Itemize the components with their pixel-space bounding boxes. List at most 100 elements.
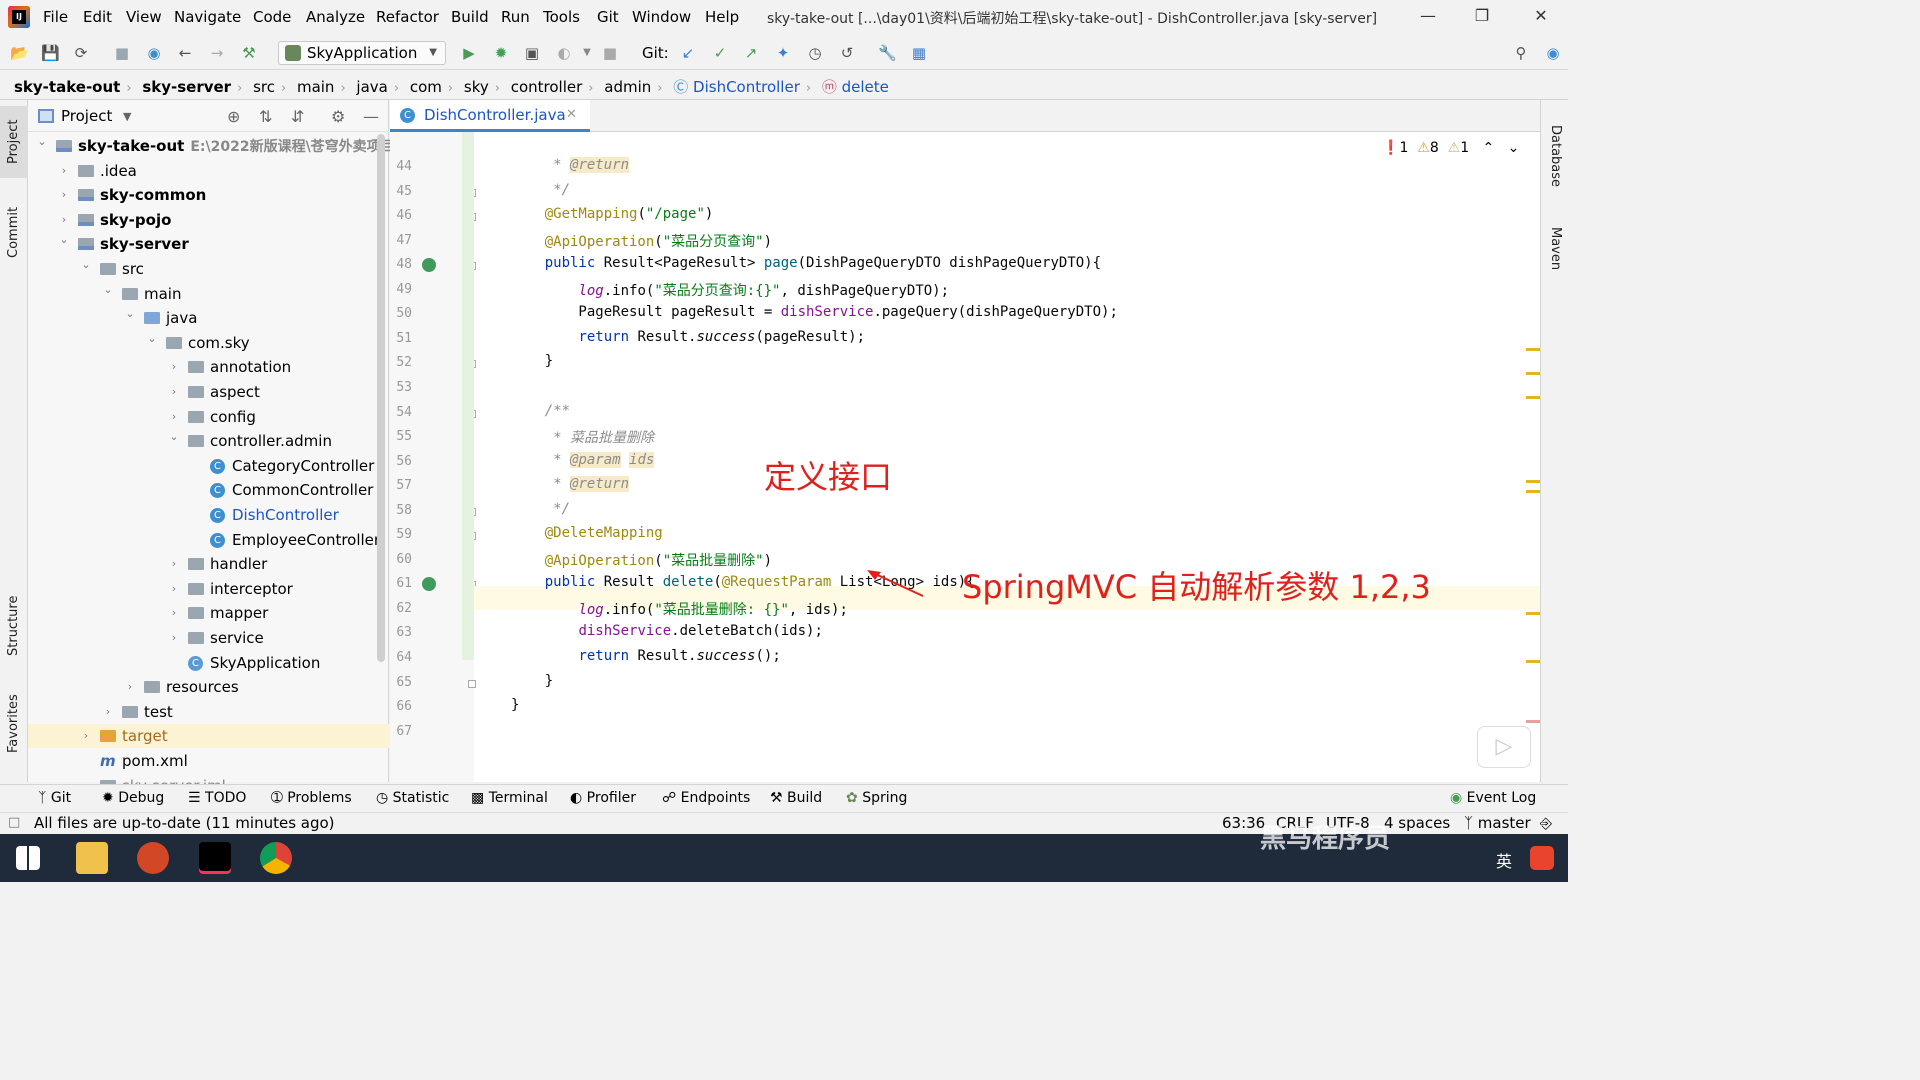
tree-item[interactable]: m pom.xml bbox=[28, 749, 389, 773]
collapse-all-icon[interactable]: ⇵ bbox=[291, 107, 304, 126]
code-line[interactable]: log.info("菜品批量删除: {}", ids); bbox=[511, 599, 847, 619]
tree-item[interactable]: › aspect bbox=[28, 380, 389, 404]
menu-edit[interactable]: Edit bbox=[83, 8, 112, 26]
code-line[interactable]: } bbox=[511, 697, 519, 713]
chevron-down-icon[interactable]: ⌄ bbox=[168, 425, 180, 449]
rollback-icon[interactable]: ↺ bbox=[838, 44, 856, 62]
tree-item[interactable]: C CategoryController bbox=[28, 454, 389, 478]
menu-navigate[interactable]: Navigate bbox=[174, 8, 241, 26]
menu-code[interactable]: Code bbox=[253, 8, 291, 26]
menu-file[interactable]: File bbox=[43, 8, 68, 26]
endpoints-tool-tab[interactable]: ☍ Endpoints bbox=[662, 790, 750, 806]
chevron-right-icon[interactable]: › bbox=[58, 159, 70, 183]
status-message[interactable]: All files are up-to-date (11 minutes ago… bbox=[34, 814, 335, 832]
menu-help[interactable]: Help bbox=[705, 8, 739, 26]
breadcrumb-item[interactable]: sky bbox=[464, 78, 489, 96]
back-arrow-icon[interactable]: ← bbox=[176, 44, 194, 62]
git-push-icon[interactable]: ↗ bbox=[742, 44, 760, 62]
chevron-down-icon[interactable]: ⌄ bbox=[80, 253, 92, 277]
commit-tool-tab[interactable]: Commit bbox=[0, 196, 28, 268]
indent-setting[interactable]: 4 spaces bbox=[1384, 814, 1450, 832]
error-stripe-mark[interactable] bbox=[1526, 396, 1540, 399]
tree-item[interactable]: › test bbox=[28, 700, 389, 724]
code-line[interactable]: @DeleteMapping bbox=[511, 525, 663, 541]
breadcrumb-item[interactable]: sky-take-out bbox=[14, 78, 120, 96]
error-stripe-mark[interactable] bbox=[1526, 490, 1540, 493]
code-line[interactable]: } bbox=[511, 673, 553, 689]
error-stripe-mark[interactable] bbox=[1526, 348, 1540, 351]
maven-tool-tab[interactable]: Maven bbox=[1541, 212, 1569, 286]
ime-indicator[interactable]: 英 bbox=[1496, 848, 1512, 872]
chevron-down-icon[interactable]: ▼ bbox=[123, 110, 131, 123]
minimize-button[interactable]: — bbox=[1413, 6, 1443, 25]
chevron-right-icon[interactable]: › bbox=[168, 552, 180, 576]
menu-refactor[interactable]: Refactor bbox=[376, 8, 439, 26]
tree-item[interactable]: ⌄ java bbox=[28, 306, 389, 330]
code-line[interactable]: dishService.deleteBatch(ids); bbox=[511, 623, 822, 639]
breadcrumb-item[interactable]: java bbox=[356, 78, 387, 96]
project-tool-tab[interactable]: Project bbox=[0, 106, 28, 178]
project-structure-folder-icon[interactable]: ▦ bbox=[910, 44, 928, 62]
hide-panel-icon[interactable]: — bbox=[363, 107, 379, 126]
error-stripe-mark[interactable] bbox=[1526, 612, 1540, 615]
tree-item[interactable]: ⌄ sky-take-out E:\2022新版课程\苍穹外卖项目 bbox=[28, 134, 394, 158]
tree-item[interactable]: › annotation bbox=[28, 355, 389, 379]
code-line[interactable]: } bbox=[511, 353, 553, 369]
breadcrumb-item[interactable]: admin bbox=[604, 78, 651, 96]
search-icon[interactable]: ⚲ bbox=[1512, 44, 1530, 62]
powerpoint-icon[interactable] bbox=[137, 842, 169, 874]
class-icon[interactable]: ◉ bbox=[145, 44, 163, 62]
debug-icon[interactable]: ✹ bbox=[492, 44, 510, 62]
maximize-button[interactable]: ❐ bbox=[1467, 6, 1497, 25]
git-update-icon[interactable]: ↙ bbox=[679, 44, 697, 62]
tree-item[interactable]: › resources bbox=[28, 675, 389, 699]
problems-tool-tab[interactable]: ➀ Problems bbox=[271, 790, 352, 806]
code-line[interactable]: */ bbox=[511, 182, 570, 198]
chevron-right-icon[interactable]: › bbox=[168, 577, 180, 601]
status-square-icon[interactable]: □ bbox=[8, 815, 20, 830]
editor-tab-dishcontroller[interactable]: C DishController.java ✕ bbox=[390, 100, 590, 132]
code-line[interactable]: return Result.success(pageResult); bbox=[511, 329, 865, 345]
spring-tool-tab[interactable]: ✿ Spring bbox=[846, 790, 907, 806]
chevron-down-icon[interactable]: ⌄ bbox=[102, 278, 114, 302]
caret-position[interactable]: 63:36 bbox=[1222, 814, 1265, 832]
debug-tool-tab[interactable]: ✹ Debug bbox=[102, 790, 164, 806]
event-log-tool-tab[interactable]: ◉ Event Log bbox=[1450, 790, 1536, 806]
favorites-tool-tab[interactable]: Favorites bbox=[0, 684, 28, 764]
inspection-widget[interactable]: ❗1 ⚠8 ⚠1 ⌃ ⌄ bbox=[1382, 140, 1519, 156]
build-tool-tab[interactable]: ⚒ Build bbox=[770, 790, 822, 806]
close-tab-icon[interactable]: ✕ bbox=[566, 100, 577, 130]
breadcrumb-item[interactable]: src bbox=[253, 78, 275, 96]
code-line[interactable]: * @return bbox=[511, 476, 630, 493]
chevron-right-icon[interactable]: › bbox=[58, 183, 70, 207]
error-stripe-mark[interactable] bbox=[1526, 660, 1540, 663]
run-icon[interactable]: ▶ bbox=[460, 44, 478, 62]
next-highlight-icon[interactable]: ⌄ bbox=[1508, 140, 1520, 156]
file-explorer-icon[interactable] bbox=[76, 842, 108, 874]
breadcrumb-item[interactable]: main bbox=[297, 78, 334, 96]
chrome-icon[interactable] bbox=[260, 842, 292, 874]
code-line[interactable]: * 菜品批量删除 bbox=[511, 427, 654, 447]
tree-item[interactable]: › service bbox=[28, 626, 389, 650]
tree-item[interactable]: ⌄ com.sky bbox=[28, 331, 389, 355]
git-tool-tab[interactable]: ᛉ Git bbox=[38, 790, 71, 806]
coverage-icon[interactable]: ▣ bbox=[523, 44, 541, 62]
previous-highlight-icon[interactable]: ⌃ bbox=[1483, 140, 1495, 156]
git-history-icon[interactable]: ◷ bbox=[806, 44, 824, 62]
run-configuration-select[interactable]: SkyApplication ▼ bbox=[278, 41, 446, 65]
chevron-down-icon[interactable]: ⌄ bbox=[146, 327, 158, 351]
profiler-icon[interactable]: ◐ bbox=[555, 44, 573, 62]
statistic-tool-tab[interactable]: ◷ Statistic bbox=[376, 790, 449, 806]
project-structure-icon[interactable]: ■ bbox=[113, 44, 131, 62]
chevron-right-icon[interactable]: › bbox=[80, 724, 92, 748]
git-commit-icon[interactable]: ✓ bbox=[711, 44, 729, 62]
breadcrumb-item[interactable]: delete bbox=[842, 78, 889, 96]
settings-wrench-icon[interactable]: 🔧 bbox=[878, 44, 897, 62]
tree-item[interactable]: ⌄ src bbox=[28, 257, 389, 281]
profiler-tool-tab[interactable]: ◐ Profiler bbox=[570, 790, 636, 806]
ide-update-icon[interactable]: ◉ bbox=[1544, 44, 1562, 62]
breadcrumb-item[interactable]: sky-server bbox=[142, 78, 231, 96]
menu-window[interactable]: Window bbox=[632, 8, 691, 26]
menu-run[interactable]: Run bbox=[501, 8, 530, 26]
tray-app-icon[interactable] bbox=[1530, 846, 1554, 870]
